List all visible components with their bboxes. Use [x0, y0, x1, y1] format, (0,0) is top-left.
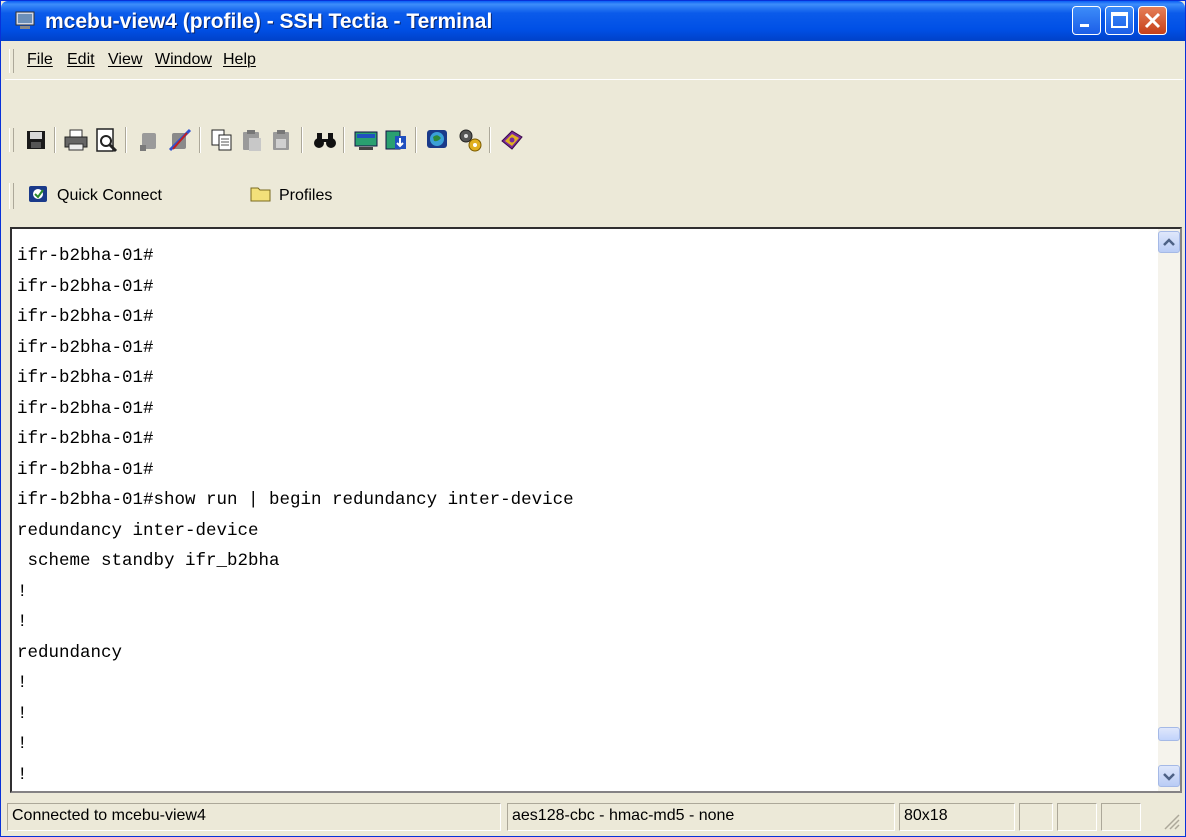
new-file-transfer-icon[interactable] [381, 125, 411, 155]
quick-connect-label: Quick Connect [57, 187, 162, 204]
status-panel-empty [1101, 803, 1141, 831]
terminal-line: ifr-b2bha-01# [17, 459, 154, 480]
find-icon[interactable] [310, 125, 340, 155]
toolbar-separator [54, 127, 56, 153]
close-icon [1144, 12, 1161, 29]
paste-alt-icon[interactable] [267, 125, 297, 155]
maximize-button[interactable] [1105, 6, 1134, 35]
menubar-grip[interactable] [9, 49, 14, 73]
profiles-label: Profiles [279, 187, 333, 204]
terminal-line: ! [17, 703, 28, 724]
profiles-button[interactable]: Profiles [249, 183, 332, 205]
menu-help[interactable]: Help [223, 51, 256, 69]
terminal-line: ! [17, 673, 28, 693]
terminal-line: ! [17, 764, 28, 785]
terminal-line: ifr-b2bha-01#show run | begin redundancy… [17, 490, 574, 510]
status-bar: Connected to mcebu-view4 aes128-cbc - hm… [5, 801, 1183, 833]
terminal-line: ifr-b2bha-01# [17, 429, 154, 449]
menu-view[interactable]: View [108, 51, 142, 69]
print-icon[interactable] [61, 125, 91, 155]
cipher-status: aes128-cbc - hmac-md5 - none [507, 803, 895, 831]
print-preview-icon[interactable] [91, 125, 121, 155]
terminal-line: ifr-b2bha-01# [17, 276, 154, 297]
terminal-output-area[interactable]: ifr-b2bha-01# ifr-b2bha-01# ifr-b2bha-01# i… [10, 227, 1182, 793]
toolbar-separator [125, 127, 127, 153]
copy-icon[interactable] [207, 125, 237, 155]
status-panel-empty [1057, 803, 1097, 831]
terminal-line: redundancy inter-device [17, 520, 259, 541]
paste-icon[interactable] [237, 125, 267, 155]
toolbar-grip[interactable] [9, 128, 14, 152]
connection-status: Connected to mcebu-view4 [7, 803, 501, 831]
quickbar-grip[interactable] [9, 183, 14, 209]
terminal-app-icon [15, 11, 35, 29]
terminal-line: ! [17, 612, 28, 632]
toolbar-separator [301, 127, 303, 153]
minimize-button[interactable] [1072, 6, 1101, 35]
terminal-text[interactable]: ifr-b2bha-01# ifr-b2bha-01# ifr-b2bha-01# i… [17, 241, 1147, 790]
terminal-size-status: 80x18 [899, 803, 1015, 831]
terminal-line: redundancy [17, 642, 123, 663]
settings-gears-icon[interactable] [455, 125, 485, 155]
scroll-thumb[interactable] [1158, 727, 1180, 741]
resize-grip-icon[interactable] [1159, 809, 1181, 831]
toolbar-separator [415, 127, 417, 153]
terminal-line: ! [17, 581, 28, 602]
terminal-line: ifr-b2bha-01# [17, 398, 154, 419]
help-book-icon[interactable] [497, 125, 527, 155]
quick-connect-icon [29, 186, 47, 202]
save-icon[interactable] [21, 125, 51, 155]
toolbar-separator [199, 127, 201, 153]
status-panel-empty [1019, 803, 1053, 831]
scroll-down-button[interactable] [1158, 765, 1180, 787]
menu-file[interactable]: File [27, 51, 53, 69]
minimize-icon [1080, 24, 1089, 27]
terminal-line: ifr-b2bha-01# [17, 368, 154, 388]
terminal-line: scheme standby ifr_b2bha [17, 551, 280, 571]
terminal-line: ifr-b2bha-01# [17, 307, 154, 327]
terminal-window: mcebu-view4 (profile) - SSH Tectia - Ter… [0, 0, 1186, 837]
disconnect-icon[interactable] [165, 125, 195, 155]
chevron-up-icon [1163, 238, 1175, 246]
menu-window[interactable]: Window [155, 51, 212, 69]
terminal-line: ifr-b2bha-01# [17, 246, 154, 266]
scroll-up-button[interactable] [1158, 231, 1180, 253]
maximize-icon [1111, 12, 1128, 28]
new-terminal-icon[interactable] [351, 125, 381, 155]
folder-icon [250, 187, 271, 202]
connect-icon[interactable] [135, 125, 165, 155]
window-title: mcebu-view4 (profile) - SSH Tectia - Ter… [45, 10, 493, 33]
chevron-down-icon [1163, 773, 1175, 781]
toolbar-separator [489, 127, 491, 153]
close-button[interactable] [1138, 6, 1167, 35]
vertical-scrollbar[interactable] [1158, 229, 1180, 791]
main-toolbar [5, 125, 1183, 175]
toolbar-separator [343, 127, 345, 153]
menu-edit[interactable]: Edit [67, 51, 95, 69]
title-bar[interactable]: mcebu-view4 (profile) - SSH Tectia - Ter… [1, 1, 1185, 41]
globe-settings-icon[interactable] [423, 125, 453, 155]
quick-connect-bar: Quick Connect Profiles [5, 175, 365, 219]
menu-bar: File Edit View Window Help [5, 43, 1183, 80]
quick-connect-button[interactable]: Quick Connect [27, 183, 162, 205]
terminal-line: ! [17, 734, 28, 754]
terminal-line: ifr-b2bha-01# [17, 337, 154, 358]
